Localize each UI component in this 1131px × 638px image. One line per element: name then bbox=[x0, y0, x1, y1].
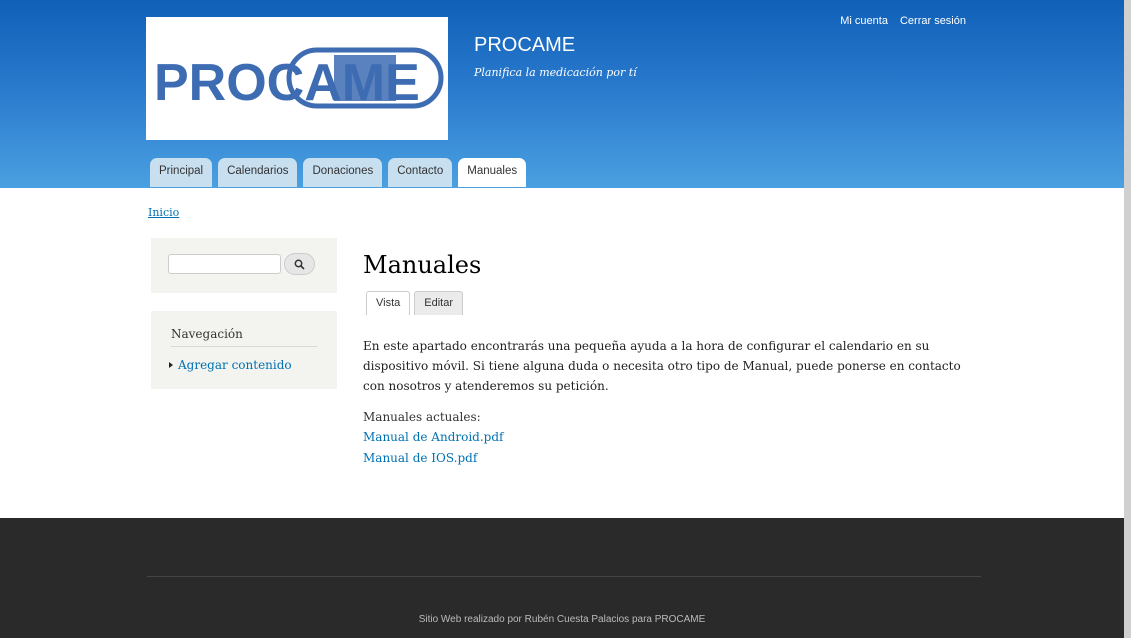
secondary-menu: Mi cuenta Cerrar sesión bbox=[840, 15, 966, 27]
my-account-link[interactable]: Mi cuenta bbox=[840, 15, 888, 27]
nav-item-label: Agregar contenido bbox=[178, 358, 292, 372]
footer-divider bbox=[147, 576, 981, 577]
main-menu-tab-calendarios[interactable]: Calendarios bbox=[218, 158, 298, 187]
tab-view[interactable]: Vista bbox=[366, 291, 411, 315]
main-menu-tab-donaciones[interactable]: Donaciones bbox=[303, 158, 383, 187]
nav-item-add-content[interactable]: Agregar contenido bbox=[169, 358, 292, 372]
navigation-block: Navegación Agregar contenido bbox=[151, 311, 337, 389]
search-block bbox=[151, 238, 337, 293]
navigation-title: Navegación bbox=[171, 327, 243, 341]
main-menu: Principal Calendarios Donaciones Contact… bbox=[150, 158, 527, 187]
bullet-arrow-icon bbox=[169, 362, 173, 368]
page-body-text: En este apartado encontrarás una pequeña… bbox=[363, 339, 961, 393]
footer-credit-text: Sitio Web realizado por Rubén Cuesta Pal… bbox=[418, 614, 706, 625]
local-tabs: Vista Editar bbox=[366, 291, 464, 315]
tab-edit[interactable]: Editar bbox=[414, 291, 464, 315]
manuals-list-label: Manuales actuales: bbox=[363, 410, 481, 424]
page-title: Manuales bbox=[363, 251, 482, 279]
main-menu-tab-contacto[interactable]: Contacto bbox=[388, 158, 453, 187]
main-menu-tab-principal[interactable]: Principal bbox=[150, 158, 213, 187]
site-header: PROCAME PROCAME Planifica la medicación … bbox=[0, 0, 1124, 188]
site-footer: Sitio Web realizado por Rubén Cuesta Pal… bbox=[0, 518, 1124, 638]
search-input[interactable] bbox=[168, 254, 281, 274]
logo-text: PROCAME bbox=[154, 54, 420, 112]
site-name[interactable]: PROCAME bbox=[474, 34, 575, 57]
procame-logo-image: PROCAME bbox=[154, 47, 444, 112]
manual-android-link[interactable]: Manual de Android.pdf bbox=[363, 430, 503, 444]
main-menu-tab-manuales[interactable]: Manuales bbox=[458, 158, 527, 187]
logout-link[interactable]: Cerrar sesión bbox=[900, 15, 966, 27]
site-logo[interactable]: PROCAME bbox=[146, 17, 448, 140]
site-slogan: Planifica la medicación por tí bbox=[474, 66, 637, 79]
navigation-divider bbox=[171, 346, 317, 347]
page-scrollbar[interactable] bbox=[1124, 0, 1131, 638]
search-button[interactable] bbox=[284, 253, 315, 275]
manual-ios-link[interactable]: Manual de IOS.pdf bbox=[363, 451, 477, 465]
search-icon bbox=[294, 259, 305, 270]
breadcrumb-home-link[interactable]: Inicio bbox=[148, 206, 179, 219]
